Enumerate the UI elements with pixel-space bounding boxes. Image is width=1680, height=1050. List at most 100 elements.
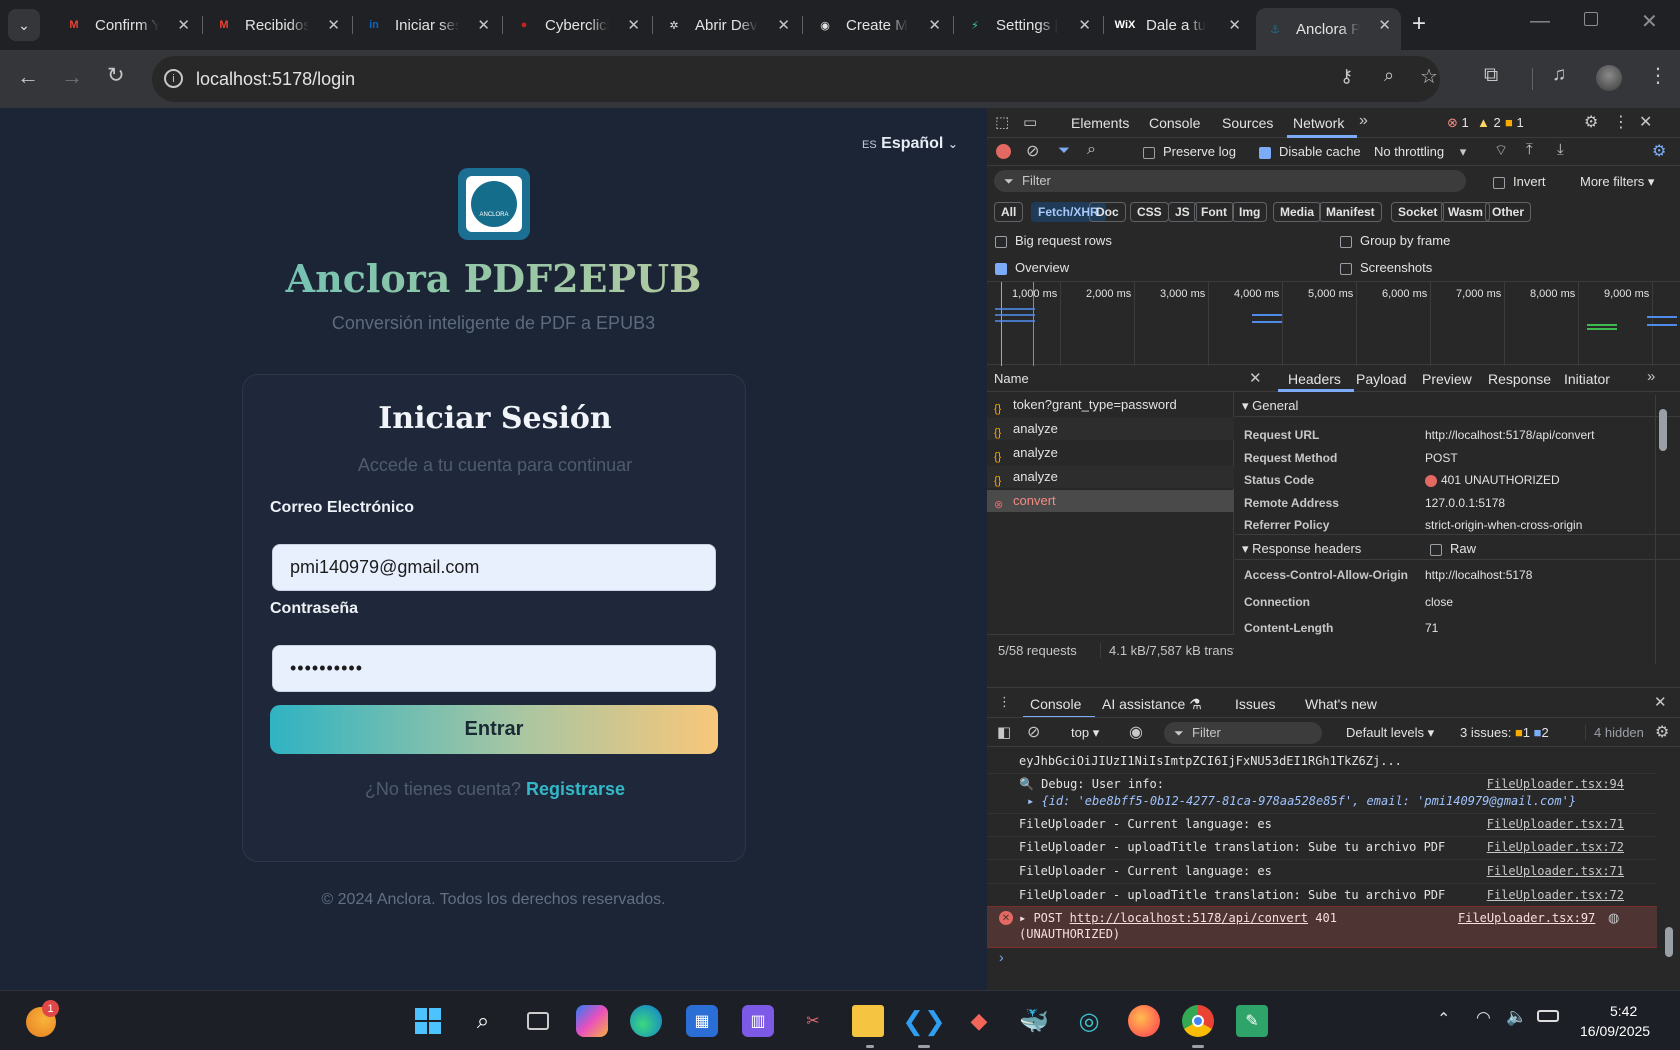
header-value[interactable]: strict-origin-when-cross-origin (1425, 518, 1582, 532)
request-row[interactable]: {} token?grant_type=password (987, 394, 1234, 416)
task-view-icon[interactable] (522, 1005, 554, 1037)
scrollbar-thumb[interactable] (1665, 927, 1673, 957)
close-window-button[interactable]: ✕ (1641, 9, 1658, 34)
more-detail-tabs-icon[interactable]: » (1647, 368, 1655, 385)
import-har-icon[interactable]: ⤒ (1526, 141, 1533, 158)
tab-network[interactable]: Network (1293, 115, 1344, 131)
browser-tab[interactable]: M Recibidos ✕ (205, 8, 350, 42)
store-icon[interactable]: ▦ (686, 1005, 718, 1037)
record-stop-icon[interactable] (996, 144, 1011, 159)
preserve-log-checkbox[interactable]: Preserve log (1143, 144, 1236, 159)
browser-tab[interactable]: WiX Dale a tu ✕ (1106, 8, 1251, 42)
network-settings-icon[interactable]: ⚙ (1652, 141, 1666, 161)
response-headers-section-header[interactable]: ▾ Response headers Raw (1235, 534, 1680, 560)
screenshots-option[interactable]: Screenshots (1340, 260, 1432, 275)
type-filter-chip[interactable]: JS (1168, 202, 1197, 222)
console-settings-icon[interactable]: ⚙ (1655, 722, 1669, 742)
clear-console-icon[interactable]: ⊘ (1027, 722, 1040, 742)
close-tab-icon[interactable]: ✕ (777, 16, 790, 34)
type-filter-chip[interactable]: Media (1273, 202, 1322, 222)
header-value[interactable]: 401 UNAUTHORIZED (1425, 473, 1560, 487)
browser-tab[interactable]: ● Cyberclicl ✕ (505, 8, 650, 42)
error-message[interactable]: ▸ POST http://localhost:5178/api/convert… (1019, 911, 1337, 925)
type-filter-chip[interactable]: Font (1194, 202, 1234, 222)
drawer-tab-ai-assistance[interactable]: AI assistance ⚗ (1102, 696, 1202, 713)
invert-checkbox[interactable]: Invert (1493, 174, 1546, 189)
more-tabs-icon[interactable]: » (1359, 112, 1368, 130)
drawer-tab-whats-new[interactable]: What's new (1305, 696, 1377, 712)
wifi-icon[interactable]: ◠ (1476, 1008, 1491, 1028)
password-key-icon[interactable]: ⚷ (1340, 66, 1353, 87)
bookmark-star-icon[interactable]: ☆ (1420, 64, 1438, 89)
filter-funnel-icon[interactable]: ⏷ (1058, 142, 1070, 159)
devtools-menu-icon[interactable]: ⋮ (1613, 112, 1629, 132)
chrome-icon[interactable] (1182, 1005, 1214, 1037)
group-frame-option[interactable]: Group by frame (1340, 233, 1450, 248)
edge-icon[interactable] (630, 1005, 662, 1037)
type-filter-chip[interactable]: CSS (1130, 202, 1169, 222)
close-drawer-icon[interactable]: ✕ (1654, 693, 1667, 711)
browser-tab[interactable]: ⚓ Anclora P ✕ (1256, 8, 1401, 50)
general-section-header[interactable]: ▾ General (1235, 393, 1680, 417)
search-icon[interactable]: ⌕ (1087, 141, 1096, 159)
register-link[interactable]: Registrarse (526, 779, 625, 799)
network-conditions-icon[interactable]: ⌔ (1494, 141, 1508, 160)
tab-sources[interactable]: Sources (1222, 115, 1273, 131)
console-source-link[interactable]: FileUploader.tsx:72 (1487, 840, 1624, 854)
password-field[interactable]: •••••••••• (272, 645, 716, 692)
browser-tab[interactable]: in Iniciar ses ✕ (355, 8, 500, 42)
notepad-app-icon[interactable]: ✎ (1236, 1005, 1268, 1037)
forward-icon[interactable]: → (61, 64, 83, 90)
search-icon[interactable]: ⌕ (467, 1005, 499, 1037)
close-devtools-icon[interactable]: ✕ (1639, 112, 1652, 132)
header-value[interactable]: close (1425, 595, 1453, 609)
clock-time[interactable]: 5:42 (1610, 1003, 1637, 1019)
timeline-overview[interactable]: 1,000 ms 2,000 ms 3,000 ms 4,000 ms 5,000 ms… (987, 281, 1680, 366)
header-value[interactable]: 127.0.0.1:5178 (1425, 496, 1505, 510)
reload-icon[interactable]: ↻ (107, 63, 125, 88)
extensions-icon[interactable]: ⧉ (1484, 64, 1498, 87)
start-windows-icon[interactable] (412, 1005, 444, 1037)
header-value[interactable]: 71 (1425, 621, 1438, 635)
tray-overflow-icon[interactable]: ⌃ (1437, 1009, 1450, 1029)
settings-gear-icon[interactable]: ⚙ (1584, 112, 1598, 132)
file-explorer-icon[interactable] (852, 1005, 884, 1037)
export-har-icon[interactable]: ⤓ (1557, 141, 1564, 158)
request-row[interactable]: {} analyze (987, 418, 1234, 440)
type-filter-chip[interactable]: All (994, 202, 1024, 222)
tab-console[interactable]: Console (1149, 115, 1200, 131)
console-source-link[interactable]: FileUploader.tsx:94 (1487, 777, 1624, 791)
request-row[interactable]: ⊗ convert (987, 490, 1234, 512)
type-filter-chip[interactable]: Wasm (1441, 202, 1490, 222)
submit-button[interactable]: Entrar (270, 705, 718, 754)
sidebar-toggle-icon[interactable]: ◧ (997, 723, 1011, 741)
detail-tab[interactable]: Payload (1356, 371, 1407, 387)
throttling-select[interactable]: No throttling ▾ (1374, 144, 1466, 160)
back-icon[interactable]: ← (17, 64, 39, 90)
clear-icon[interactable]: ⊘ (1026, 141, 1039, 161)
error-url-link[interactable]: http://localhost:5178/api/convert (1070, 911, 1308, 925)
detail-tab[interactable]: Response (1488, 371, 1551, 387)
clock-date[interactable]: 16/09/2025 (1580, 1023, 1650, 1039)
tab-search-button[interactable]: ⌄ (8, 9, 40, 41)
minimize-button[interactable]: — (1530, 10, 1550, 33)
snipping-tool-icon[interactable]: ✂ (797, 1005, 829, 1037)
browser-tab[interactable]: ✲ Abrir Dev ✕ (655, 8, 800, 42)
detail-tab[interactable]: Initiator (1564, 371, 1610, 387)
more-filters-dropdown[interactable]: More filters ▾ (1580, 174, 1654, 190)
detail-tab[interactable]: Headers (1288, 371, 1341, 387)
type-filter-chip[interactable]: Img (1232, 202, 1268, 222)
site-info-icon[interactable]: i (164, 69, 183, 88)
zoom-icon[interactable]: ⌕ (1384, 65, 1394, 86)
docker-icon[interactable]: 🐳 (1018, 1005, 1050, 1037)
context-select[interactable]: top ▾ (1071, 725, 1099, 741)
vscode-icon[interactable]: ❮❯ (902, 1005, 946, 1037)
language-selector[interactable]: ES Español ⌄ (862, 135, 958, 153)
app-purple-icon[interactable]: ▥ (742, 1005, 774, 1037)
header-value[interactable]: POST (1425, 451, 1458, 465)
close-tab-icon[interactable]: ✕ (177, 16, 190, 34)
header-value[interactable]: http://localhost:5178 (1425, 568, 1532, 582)
detail-tab[interactable]: Preview (1422, 371, 1472, 387)
profile-avatar[interactable] (1596, 65, 1622, 91)
type-filter-chip[interactable]: Socket (1391, 202, 1445, 222)
